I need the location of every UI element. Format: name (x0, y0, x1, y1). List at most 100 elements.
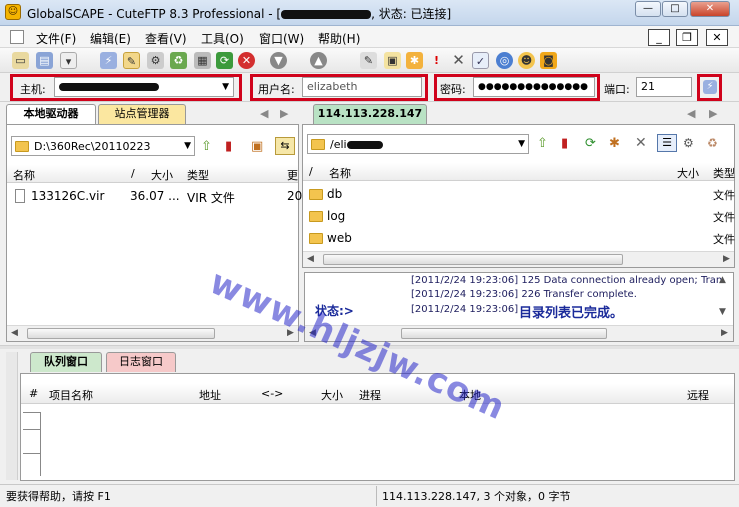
menu-view[interactable]: 查看(V) (145, 30, 187, 47)
menu-help[interactable]: 帮助(H) (318, 30, 360, 47)
refresh-icon[interactable]: ⟳ (216, 52, 233, 69)
col-item-name[interactable]: 项目名称 (49, 387, 93, 403)
folder-icon (309, 189, 323, 200)
up-folder-icon[interactable]: ⇧ (201, 139, 212, 154)
col-size[interactable]: 大小 (321, 387, 343, 403)
local-horizontal-scrollbar[interactable]: ◀ ▶ (7, 325, 298, 341)
scroll-right-icon[interactable]: ▶ (723, 254, 730, 264)
globe-icon[interactable]: ◎ (496, 52, 513, 69)
tab-queue-window[interactable]: 队列窗口 (30, 352, 102, 372)
tab-remote-site[interactable]: 114.113.228.147 (313, 104, 427, 124)
view-details-icon[interactable]: ☰ (657, 134, 677, 152)
mdi-restore-button[interactable]: ❐ (676, 29, 698, 46)
edit-icon[interactable]: ✎ (360, 52, 377, 69)
properties-icon[interactable]: ✓ (472, 52, 489, 69)
user-input[interactable]: elizabeth (302, 77, 422, 97)
scroll-left-icon[interactable]: ◀ (307, 254, 314, 264)
print-icon[interactable]: ▦ (194, 52, 211, 69)
col-type[interactable]: 类型 (187, 167, 209, 183)
delete-icon[interactable]: ✕ (635, 135, 647, 151)
col-modified[interactable]: 更 (287, 167, 298, 183)
col-sort[interactable]: / (131, 167, 135, 180)
chevron-down-icon[interactable]: ▼ (222, 78, 229, 96)
queue-gripper[interactable] (6, 352, 18, 480)
connect-icon[interactable]: ⚡ (100, 52, 117, 69)
download-icon[interactable]: ▼ (270, 52, 287, 69)
scroll-thumb[interactable] (401, 328, 607, 339)
scroll-down-icon[interactable]: ▼ (719, 307, 726, 317)
tab-scroll-right-icon[interactable]: ▶ (280, 107, 288, 120)
exclamation-icon[interactable]: ! (428, 52, 445, 69)
col-name[interactable]: 名称 (13, 167, 35, 183)
connect-button-icon[interactable]: ⚡ (703, 80, 717, 94)
open-book-icon[interactable]: ▭ (12, 52, 29, 69)
file-type: VIR 文件 (187, 191, 235, 205)
col-size[interactable]: 大小 (151, 167, 173, 183)
refresh-tree-icon[interactable]: ♻ (707, 136, 718, 150)
scroll-thumb[interactable] (27, 328, 215, 339)
sync-icon[interactable]: ⇆ (275, 137, 295, 155)
tab-local-drives[interactable]: 本地驱动器 (6, 104, 96, 124)
col-sort[interactable]: / (309, 165, 313, 178)
tab-scroll-right-icon[interactable]: ▶ (709, 107, 717, 120)
mdi-minimize-button[interactable]: _ (648, 29, 670, 46)
upload-icon[interactable]: ▲ (310, 52, 327, 69)
list-item[interactable]: log 文件 (303, 207, 735, 227)
col-index[interactable]: # (29, 387, 38, 400)
bookmark-icon[interactable]: ▮ (225, 139, 232, 154)
scroll-thumb[interactable] (323, 254, 623, 265)
password-input[interactable]: ●●●●●●●●●●●●●● (473, 77, 595, 97)
new-folder-icon[interactable]: ▣ (251, 139, 263, 154)
tab-log-window[interactable]: 日志窗口 (106, 352, 176, 372)
scroll-right-icon[interactable]: ▶ (721, 328, 728, 338)
col-progress[interactable]: 进程 (359, 387, 381, 403)
col-direction[interactable]: <-> (261, 387, 283, 400)
local-path-combo[interactable]: D:\360Rec\20110223 ▼ (11, 136, 195, 156)
stop-icon[interactable]: ✕ (238, 52, 255, 69)
col-type[interactable]: 类型 (713, 165, 735, 181)
menu-window[interactable]: 窗口(W) (259, 30, 304, 47)
col-size[interactable]: 大小 (677, 165, 699, 181)
cuteftp-app-icon[interactable]: ☺ (5, 4, 21, 20)
remote-path-combo[interactable]: /eli ▼ (307, 134, 529, 154)
open-folder-icon[interactable]: ▣ (384, 52, 401, 69)
delete-icon[interactable]: ✕ (450, 52, 467, 69)
document-icon[interactable] (10, 30, 24, 44)
menu-tools[interactable]: 工具(O) (201, 30, 244, 47)
menu-edit[interactable]: 编辑(E) (90, 30, 131, 47)
host-input[interactable]: ▼ (54, 77, 234, 97)
list-item[interactable]: db 文件 (303, 185, 735, 205)
up-folder-icon[interactable]: ⇧ (537, 136, 548, 151)
chevron-down-icon[interactable]: ▼ (518, 139, 525, 149)
col-remote[interactable]: 远程 (687, 387, 709, 403)
list-item[interactable]: web 文件 (303, 229, 735, 249)
filter-icon[interactable]: ✱ (609, 136, 620, 151)
scroll-up-icon[interactable]: ▲ (719, 275, 726, 285)
refresh-icon[interactable]: ⟳ (585, 136, 596, 151)
bookmark-icon[interactable]: ▮ (561, 136, 568, 151)
settings-icon[interactable]: ⚙ (683, 136, 694, 150)
refresh-tree-icon[interactable]: ♻ (170, 52, 187, 69)
new-icon[interactable]: ▾ (60, 52, 77, 69)
maximize-button[interactable]: □ (662, 1, 688, 17)
chevron-down-icon[interactable]: ▼ (184, 141, 191, 151)
col-address[interactable]: 地址 (199, 387, 221, 403)
menu-file[interactable]: 文件(F) (36, 30, 76, 47)
new-folder-icon[interactable]: ✱ (406, 52, 423, 69)
tab-site-manager[interactable]: 站点管理器 (98, 104, 186, 124)
minimize-button[interactable]: — (635, 1, 661, 17)
security-icon[interactable]: ◙ (540, 52, 557, 69)
quick-connect-icon[interactable]: ✎ (123, 52, 140, 69)
scroll-left-icon[interactable]: ◀ (11, 328, 18, 338)
tab-scroll-left-icon[interactable]: ◀ (260, 107, 268, 120)
reconnect-icon[interactable]: ⚙ (147, 52, 164, 69)
support-icon[interactable]: ☻ (518, 52, 535, 69)
site-manager-icon[interactable]: ▤ (36, 52, 53, 69)
list-item[interactable]: 133126C.vir 36.07 ... VIR 文件 20 (7, 187, 302, 207)
remote-horizontal-scrollbar[interactable]: ◀ ▶ (303, 251, 734, 267)
col-name[interactable]: 名称 (329, 165, 351, 181)
port-input[interactable]: 21 (636, 77, 692, 97)
tab-scroll-left-icon[interactable]: ◀ (687, 107, 695, 120)
close-button[interactable]: ✕ (690, 1, 730, 17)
mdi-close-button[interactable]: ✕ (706, 29, 728, 46)
